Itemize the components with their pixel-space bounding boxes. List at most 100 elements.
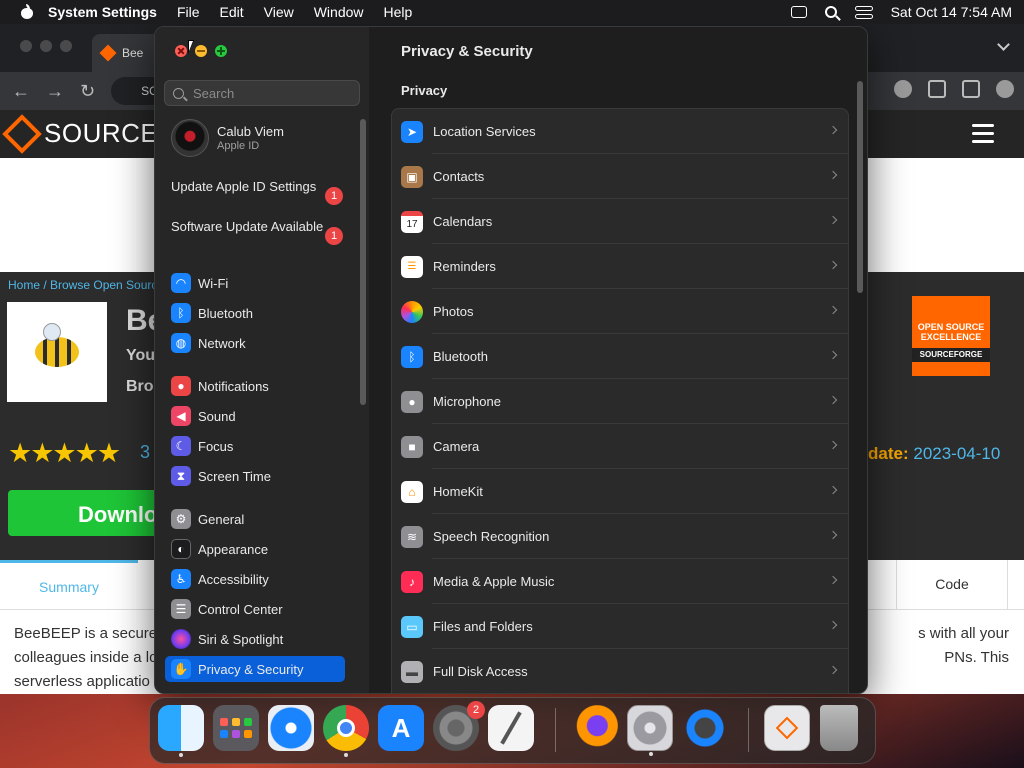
- sidebar-item-accessibility[interactable]: ♿ Accessibility: [165, 566, 345, 592]
- menu-help[interactable]: Help: [384, 4, 413, 20]
- extensions-icon[interactable]: [894, 80, 912, 98]
- sidebar-item-sound[interactable]: ◀ Sound: [165, 403, 345, 429]
- chevron-right-icon: [828, 665, 838, 675]
- breadcrumb[interactable]: Home / Browse Open Sourc: [8, 278, 157, 292]
- chrome-icon[interactable]: [323, 705, 369, 757]
- row-camera[interactable]: ■ Camera: [392, 424, 848, 469]
- row-speech-recognition[interactable]: ≋ Speech Recognition: [392, 514, 848, 559]
- row-photos[interactable]: Photos: [392, 289, 848, 334]
- menu-file[interactable]: File: [177, 4, 200, 20]
- row-microphone[interactable]: ● Microphone: [392, 379, 848, 424]
- back-arrow-icon[interactable]: ←: [12, 81, 30, 102]
- control-center-icon[interactable]: [854, 5, 873, 19]
- close-window-icon[interactable]: [175, 45, 187, 57]
- waveform-icon: ≋: [401, 525, 423, 548]
- chevron-right-icon: [828, 170, 838, 180]
- tab-code[interactable]: Code: [896, 560, 1008, 610]
- search-field[interactable]: Search: [164, 80, 360, 106]
- menu-clock[interactable]: Sat Oct 14 7:54 AM: [891, 4, 1012, 20]
- menu-view[interactable]: View: [264, 4, 294, 20]
- menu-window[interactable]: Window: [314, 4, 364, 20]
- browser-window-controls: [20, 40, 72, 52]
- launchpad-icon[interactable]: [213, 705, 259, 751]
- sidebar-item-privacy-security[interactable]: ✋ Privacy & Security: [165, 656, 345, 682]
- sidebar-item-wifi[interactable]: ◠ Wi-Fi: [165, 270, 345, 296]
- house-icon: ⌂: [401, 480, 423, 503]
- dock: A 2: [149, 697, 876, 764]
- chevron-right-icon: [828, 125, 838, 135]
- bluetooth-icon: ᛒ: [401, 345, 423, 368]
- content-scrollbar[interactable]: [857, 81, 863, 293]
- trash-icon[interactable]: [820, 705, 858, 751]
- sidebar-item-notifications[interactable]: ● Notifications: [165, 373, 345, 399]
- reload-icon[interactable]: ↻: [80, 81, 95, 102]
- hand-icon: ✋: [171, 659, 191, 679]
- row-files-and-folders[interactable]: ▭ Files and Folders: [392, 604, 848, 649]
- row-location-services[interactable]: ➤ Location Services: [392, 109, 848, 154]
- privacy-security-pane: Privacy & Security Privacy ➤ Location Se…: [369, 27, 867, 693]
- apple-menu-icon[interactable]: [20, 4, 34, 20]
- menu-bar: System Settings File Edit View Window He…: [0, 0, 1024, 24]
- sourceforge-logo[interactable]: SOURCEF: [2, 113, 175, 154]
- project-brought-by: Bro: [126, 378, 154, 395]
- sidebar-toggle-icon[interactable]: [962, 80, 980, 98]
- sidebar-item-appearance[interactable]: ◐ Appearance: [165, 536, 345, 562]
- row-calendars[interactable]: 17 Calendars: [392, 199, 848, 244]
- row-media-apple-music[interactable]: ♪ Media & Apple Music: [392, 559, 848, 604]
- download-icon[interactable]: [928, 80, 946, 98]
- download-button[interactable]: Downlo: [8, 490, 158, 536]
- account-name: Calub Viem: [217, 124, 284, 139]
- menu-edit[interactable]: Edit: [220, 4, 244, 20]
- sidebar-item-bluetooth[interactable]: ᛒ Bluetooth: [165, 300, 345, 326]
- open-source-excellence-badge: OPEN SOURCE EXCELLENCE SOURCEFORGE: [912, 296, 990, 376]
- bee-icon: [35, 323, 79, 367]
- row-full-disk-access[interactable]: ▬ Full Disk Access: [392, 649, 848, 693]
- chevron-right-icon: [828, 395, 838, 405]
- browser-tab[interactable]: Bee: [92, 34, 162, 72]
- reminders-list-icon: ☰: [401, 255, 423, 278]
- spotlight-search-icon[interactable]: [824, 6, 837, 18]
- sidebar-item-focus[interactable]: ☾ Focus: [165, 433, 345, 459]
- siri-icon: [171, 629, 191, 649]
- hamburger-menu-icon[interactable]: [972, 124, 994, 148]
- project-logo: [7, 302, 107, 402]
- camera-icon: ■: [401, 435, 423, 458]
- screen-mirroring-icon[interactable]: [790, 6, 807, 18]
- tab-summary[interactable]: Summary: [0, 560, 138, 610]
- row-contacts[interactable]: ▣ Contacts: [392, 154, 848, 199]
- system-preferences-gear-icon[interactable]: 2: [433, 701, 485, 751]
- sidebar-item-screen-time[interactable]: ⧗ Screen Time: [165, 463, 345, 489]
- sidebar-item-network[interactable]: ◍ Network: [165, 330, 345, 356]
- profile-icon[interactable]: [996, 80, 1014, 98]
- forward-arrow-icon[interactable]: →: [46, 81, 64, 102]
- sidebar-item-general[interactable]: ⚙ General: [165, 506, 345, 532]
- row-homekit[interactable]: ⌂ HomeKit: [392, 469, 848, 514]
- search-placeholder: Search: [193, 85, 235, 101]
- system-settings-gear-icon[interactable]: [627, 705, 673, 756]
- quicktime-icon[interactable]: [682, 705, 728, 751]
- tab-list-chevron-icon[interactable]: [997, 38, 1010, 51]
- speaker-icon: ◀: [171, 406, 191, 426]
- settings-sidebar: Search Calub Viem Apple ID Update Apple …: [155, 27, 369, 693]
- zoom-window-icon[interactable]: [215, 45, 227, 57]
- downloads-stack-icon[interactable]: [764, 705, 810, 751]
- sidebar-item-control-center[interactable]: ☰ Control Center: [165, 596, 345, 622]
- finder-icon[interactable]: [158, 705, 204, 757]
- firefox-icon[interactable]: [572, 705, 618, 751]
- sidebar-scrollbar[interactable]: [360, 119, 366, 405]
- update-apple-id-settings[interactable]: Update Apple ID Settings 1: [171, 179, 343, 205]
- app-store-icon[interactable]: A: [378, 705, 424, 751]
- textedit-pencil-icon[interactable]: [488, 705, 534, 751]
- row-reminders[interactable]: ☰ Reminders: [392, 244, 848, 289]
- chevron-right-icon: [828, 620, 838, 630]
- globe-icon: ◍: [171, 333, 191, 353]
- notification-badge: 1: [325, 227, 343, 245]
- safari-compass-icon[interactable]: [268, 705, 314, 751]
- apple-id-account[interactable]: Calub Viem Apple ID: [171, 119, 284, 157]
- window-controls: [175, 45, 227, 57]
- rating-count[interactable]: 3: [140, 442, 150, 463]
- software-update-available[interactable]: Software Update Available 1: [171, 219, 343, 245]
- menu-app-name[interactable]: System Settings: [48, 4, 157, 20]
- sidebar-item-siri-spotlight[interactable]: Siri & Spotlight: [165, 626, 345, 652]
- row-bluetooth[interactable]: ᛒ Bluetooth: [392, 334, 848, 379]
